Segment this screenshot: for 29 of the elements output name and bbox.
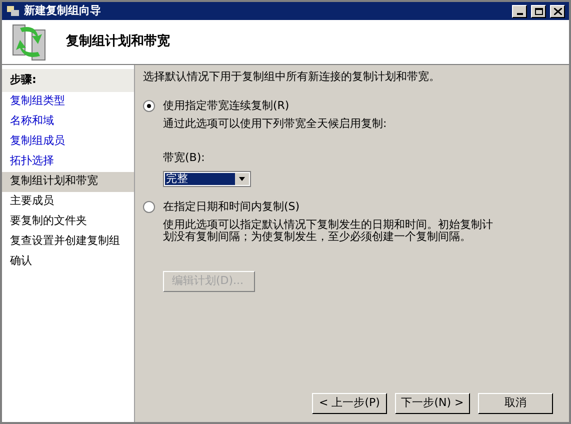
- bandwidth-dropdown[interactable]: 完整: [163, 170, 251, 186]
- wizard-button[interactable]: < 上一步(P): [312, 393, 387, 414]
- page-title: 复制组计划和带宽: [66, 32, 170, 52]
- step-item[interactable]: 确认: [2, 252, 134, 272]
- step-item[interactable]: 复制组成员: [2, 132, 134, 152]
- step-item[interactable]: 主要成员: [2, 192, 134, 212]
- steps-heading: 步骤:: [2, 69, 134, 92]
- close-icon: [554, 8, 562, 14]
- window-title: 新建复制组向导: [24, 2, 101, 19]
- window-icon: [6, 5, 20, 17]
- radio-button[interactable]: [143, 200, 155, 213]
- step-item[interactable]: 复查设置并创建复制组: [2, 232, 134, 252]
- step-item[interactable]: 拓扑选择: [2, 152, 134, 172]
- step-item[interactable]: 要复制的文件夹: [2, 212, 134, 232]
- option-description: 使用此选项可以指定默认情况下复制发生的日期和时间。初始复制计划没有复制间隔；为使复制发生，至少必须创建一个复制间隔。: [163, 219, 493, 243]
- step-item[interactable]: 复制组计划和带宽: [2, 172, 134, 192]
- wizard-button[interactable]: 下一步(N) >: [395, 393, 470, 414]
- bandwidth-label: 带宽(B):: [163, 150, 206, 166]
- minimize-button[interactable]: [512, 4, 527, 18]
- intro-text: 选择默认情况下用于复制组中所有新连接的复制计划和带宽。: [143, 69, 441, 85]
- option-label[interactable]: 使用指定带宽连续复制(R): [163, 98, 290, 114]
- wizard-button[interactable]: 取消: [478, 393, 553, 414]
- step-item[interactable]: 复制组类型: [2, 92, 134, 112]
- radio-button[interactable]: [143, 100, 155, 112]
- maximize-button[interactable]: [531, 4, 546, 18]
- option-description: 通过此选项可以使用下列带宽全天候启用复制:: [163, 118, 388, 130]
- close-button[interactable]: [550, 4, 565, 18]
- step-item[interactable]: 名称和域: [2, 112, 134, 132]
- option-label[interactable]: 在指定日期和时间内复制(S): [163, 198, 300, 215]
